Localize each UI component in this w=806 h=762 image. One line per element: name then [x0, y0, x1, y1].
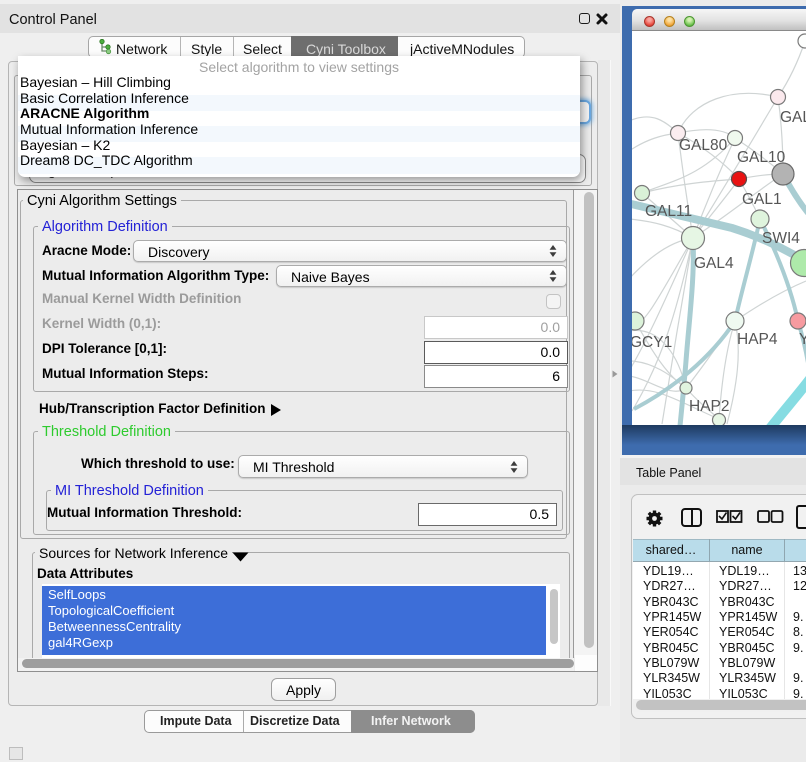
svg-text:GCY1: GCY1: [632, 334, 672, 351]
svg-text:GAL10: GAL10: [737, 149, 786, 166]
svg-text:HAP2: HAP2: [689, 398, 730, 415]
svg-text:GAL80: GAL80: [679, 137, 728, 154]
svg-text:GAL11: GAL11: [645, 203, 692, 220]
svg-text:HAP4: HAP4: [737, 331, 778, 348]
svg-text:GAL4: GAL4: [694, 255, 734, 272]
svg-text:GAL1: GAL1: [742, 191, 782, 208]
svg-text:Y: Y: [799, 331, 806, 348]
svg-text:GAL: GAL: [780, 109, 806, 126]
svg-text:SWI4: SWI4: [762, 230, 800, 247]
